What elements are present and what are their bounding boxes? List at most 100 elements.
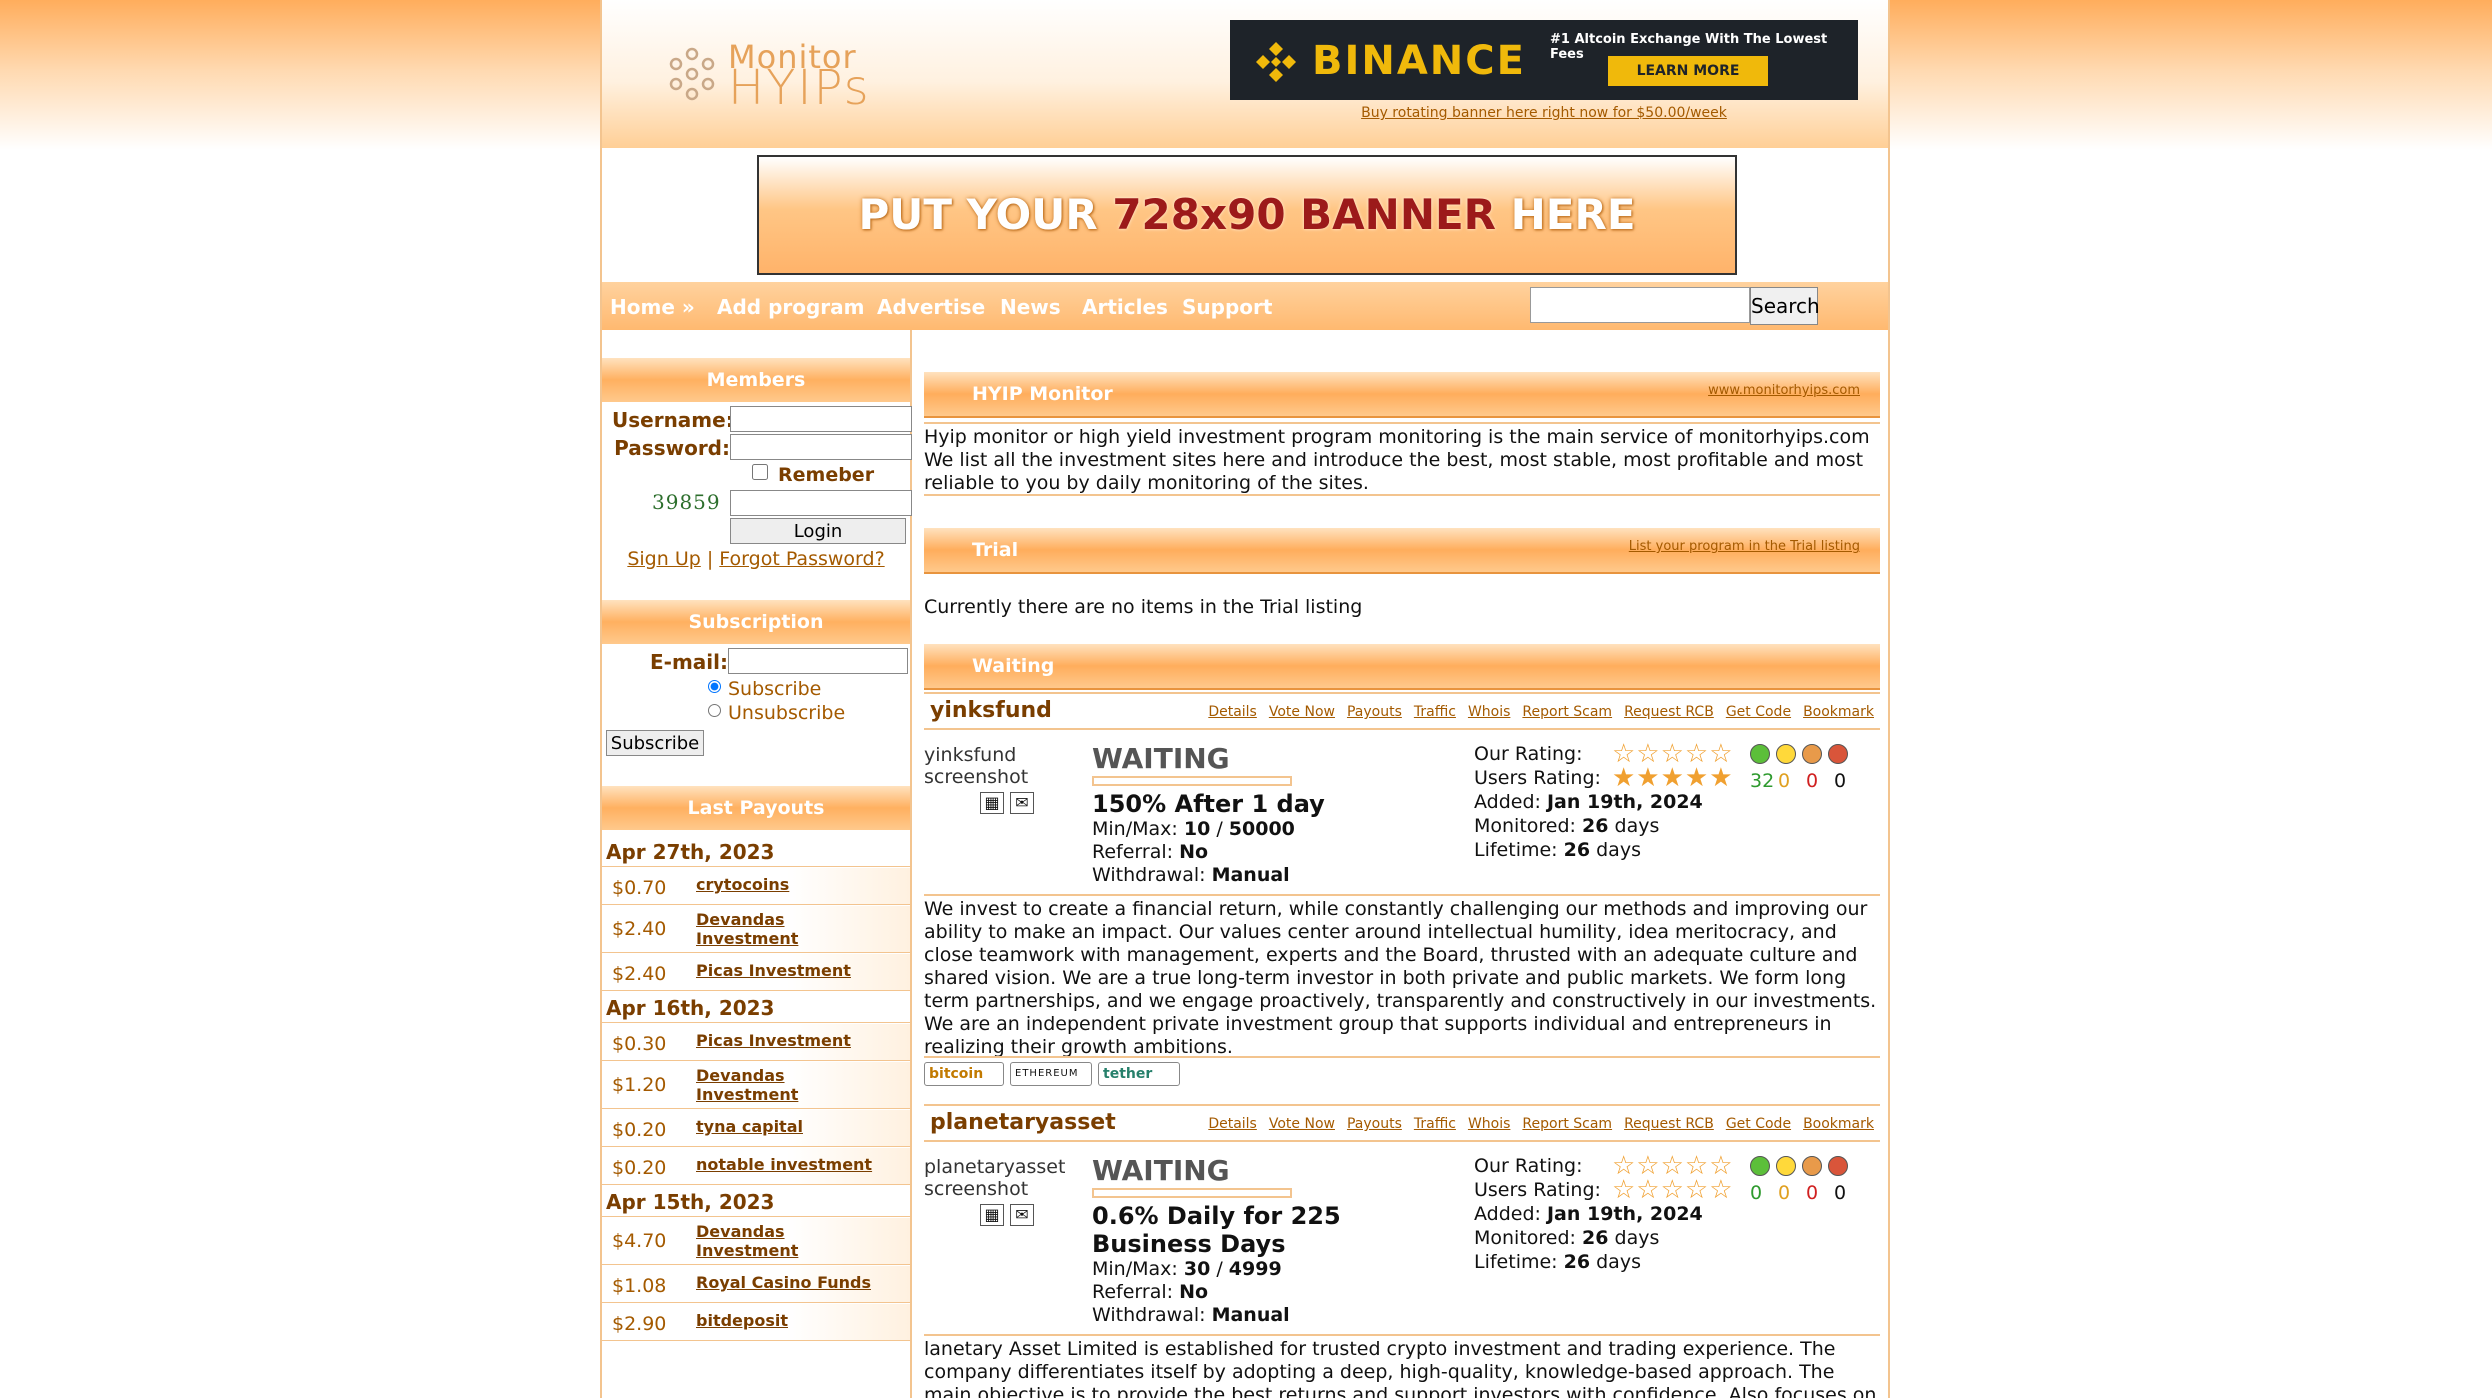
nav-articles[interactable]: Articles: [1082, 295, 1168, 319]
sad-face-icon[interactable]: [1802, 744, 1822, 764]
trial-empty-text: Currently there are no items in the Tria…: [924, 596, 1363, 618]
details-link[interactable]: Details: [1208, 704, 1257, 720]
program-screenshot[interactable]: yinksfund screenshot: [924, 744, 1054, 788]
username-input[interactable]: [730, 406, 912, 432]
program-links: Details Vote Now Payouts Traffic Whois Report…: [1196, 1116, 1874, 1132]
payout-program-link[interactable]: Picas Investment: [696, 1031, 896, 1050]
nav-support[interactable]: Support: [1182, 295, 1272, 319]
payout-date-row: [602, 1186, 910, 1217]
bookmark-link[interactable]: Bookmark: [1803, 1116, 1874, 1132]
program-links: Details Vote Now Payouts Traffic Whois Report…: [1196, 704, 1874, 720]
trial-title: Trial: [972, 539, 1019, 561]
binance-learn-more-button[interactable]: LEARN MORE: [1608, 56, 1768, 86]
withdrawal-row: Withdrawal: Manual: [1092, 864, 1290, 886]
report-scam-link[interactable]: Report Scam: [1522, 1116, 1612, 1132]
email-label: E-mail:: [649, 650, 728, 674]
details-link[interactable]: Details: [1208, 1116, 1257, 1132]
subscribe-button[interactable]: Subscribe: [606, 730, 704, 756]
happy-face-icon[interactable]: [1750, 1156, 1770, 1176]
unsubscribe-radio[interactable]: [708, 704, 721, 717]
forgot-password-link[interactable]: Forgot Password?: [719, 548, 884, 570]
top-ad-banner[interactable]: PUT YOUR 728x90 BANNER HERE: [757, 155, 1737, 275]
site-logo[interactable]: Monitor HYIPs: [664, 38, 904, 116]
monitored-row: Monitored: 26 days: [1474, 815, 1660, 837]
vote-counts: 0000: [1750, 1182, 1847, 1204]
buy-banner-link[interactable]: Buy rotating banner here right now for $…: [1230, 105, 1858, 121]
request-rcb-link[interactable]: Request RCB: [1624, 1116, 1714, 1132]
get-code-link[interactable]: Get Code: [1726, 1116, 1791, 1132]
chart-icon[interactable]: ▦: [980, 792, 1004, 814]
vote-faces: [1750, 744, 1854, 768]
site-header: Monitor HYIPs BINANCE #1 Altcoin Exchang…: [602, 0, 1888, 148]
sad-face-icon[interactable]: [1802, 1156, 1822, 1176]
payout-program-link[interactable]: Royal Casino Funds: [696, 1273, 896, 1292]
neutral-face-icon[interactable]: [1776, 744, 1796, 764]
angry-face-icon[interactable]: [1828, 1156, 1848, 1176]
payouts-link[interactable]: Payouts: [1347, 1116, 1402, 1132]
chart-icon[interactable]: ▦: [980, 1204, 1004, 1226]
payout-program-link[interactable]: bitdeposit: [696, 1311, 896, 1330]
payouts-link[interactable]: Payouts: [1347, 704, 1402, 720]
program-header-planetaryasset: planetaryasset Details Vote Now Payouts Tra…: [924, 1104, 1880, 1142]
report-scam-link[interactable]: Report Scam: [1522, 704, 1612, 720]
waiting-title: Waiting: [972, 655, 1055, 677]
angry-face-icon[interactable]: [1828, 744, 1848, 764]
password-input[interactable]: [730, 434, 912, 460]
payout-program-link[interactable]: Devandas Investment: [696, 1066, 806, 1104]
payout-program-link[interactable]: tyna capital: [696, 1117, 896, 1136]
monitorhyips-link[interactable]: www.monitorhyips.com: [1708, 383, 1860, 398]
vote-now-link[interactable]: Vote Now: [1269, 1116, 1335, 1132]
bookmark-link[interactable]: Bookmark: [1803, 704, 1874, 720]
payout-amount: $2.40: [612, 963, 667, 985]
nav-advertise[interactable]: Advertise: [877, 295, 985, 319]
captcha-input[interactable]: [730, 490, 912, 516]
program-name[interactable]: yinksfund: [930, 698, 1052, 723]
payout-program-link[interactable]: notable investment: [696, 1155, 896, 1174]
nav-news[interactable]: News: [1000, 295, 1061, 319]
password-label: Password:: [614, 436, 730, 460]
unsubscribe-radio-label: Unsubscribe: [728, 702, 846, 724]
payout-program-link[interactable]: Devandas Investment: [696, 1222, 806, 1260]
subscribe-radio[interactable]: [708, 680, 721, 693]
vote-now-link[interactable]: Vote Now: [1269, 704, 1335, 720]
payout-program-link[interactable]: Picas Investment: [696, 961, 896, 980]
search-button[interactable]: Search: [1750, 287, 1820, 325]
search-input[interactable]: [1530, 287, 1750, 323]
payout-row: $2.90 bitdeposit: [602, 1304, 910, 1341]
binance-logo-icon: [1256, 42, 1296, 82]
whois-link[interactable]: Whois: [1468, 704, 1510, 720]
payout-amount: $0.70: [612, 877, 667, 899]
email-input[interactable]: [728, 648, 908, 674]
status-bar: [1092, 776, 1292, 786]
neutral-face-icon[interactable]: [1776, 1156, 1796, 1176]
traffic-link[interactable]: Traffic: [1414, 1116, 1456, 1132]
login-button[interactable]: Login: [730, 518, 906, 544]
ethereum-badge: ETHEREUM: [1010, 1062, 1092, 1086]
program-screenshot[interactable]: planetaryasset screenshot: [924, 1156, 1065, 1200]
payout-program-link[interactable]: crytocoins: [696, 875, 896, 894]
binance-ad-banner[interactable]: BINANCE #1 Altcoin Exchange With The Low…: [1230, 20, 1858, 100]
traffic-link[interactable]: Traffic: [1414, 704, 1456, 720]
trial-listing-link[interactable]: List your program in the Trial listing: [1629, 539, 1860, 554]
payout-amount: $1.08: [612, 1275, 667, 1297]
remember-me-checkbox[interactable]: [752, 464, 768, 480]
tether-badge: tether: [1098, 1062, 1180, 1086]
nav-home[interactable]: Home »: [610, 295, 695, 319]
binance-brand: BINANCE: [1312, 38, 1526, 84]
hyip-monitor-title: HYIP Monitor: [972, 383, 1113, 405]
mail-icon[interactable]: ✉: [1010, 792, 1034, 814]
program-name[interactable]: planetaryasset: [930, 1110, 1116, 1135]
payout-program-link[interactable]: Devandas Investment: [696, 910, 806, 948]
request-rcb-link[interactable]: Request RCB: [1624, 704, 1714, 720]
payout-amount: $0.20: [612, 1119, 667, 1141]
happy-face-icon[interactable]: [1750, 744, 1770, 764]
nav-add-program[interactable]: Add program: [717, 295, 865, 319]
signup-link[interactable]: Sign Up: [627, 548, 700, 570]
member-links: Sign Up | Forgot Password?: [602, 548, 910, 570]
our-rating-label: Our Rating:: [1474, 743, 1583, 765]
username-label: Username:: [612, 408, 734, 432]
whois-link[interactable]: Whois: [1468, 1116, 1510, 1132]
lifetime-row: Lifetime: 26 days: [1474, 839, 1641, 861]
mail-icon[interactable]: ✉: [1010, 1204, 1034, 1226]
get-code-link[interactable]: Get Code: [1726, 704, 1791, 720]
